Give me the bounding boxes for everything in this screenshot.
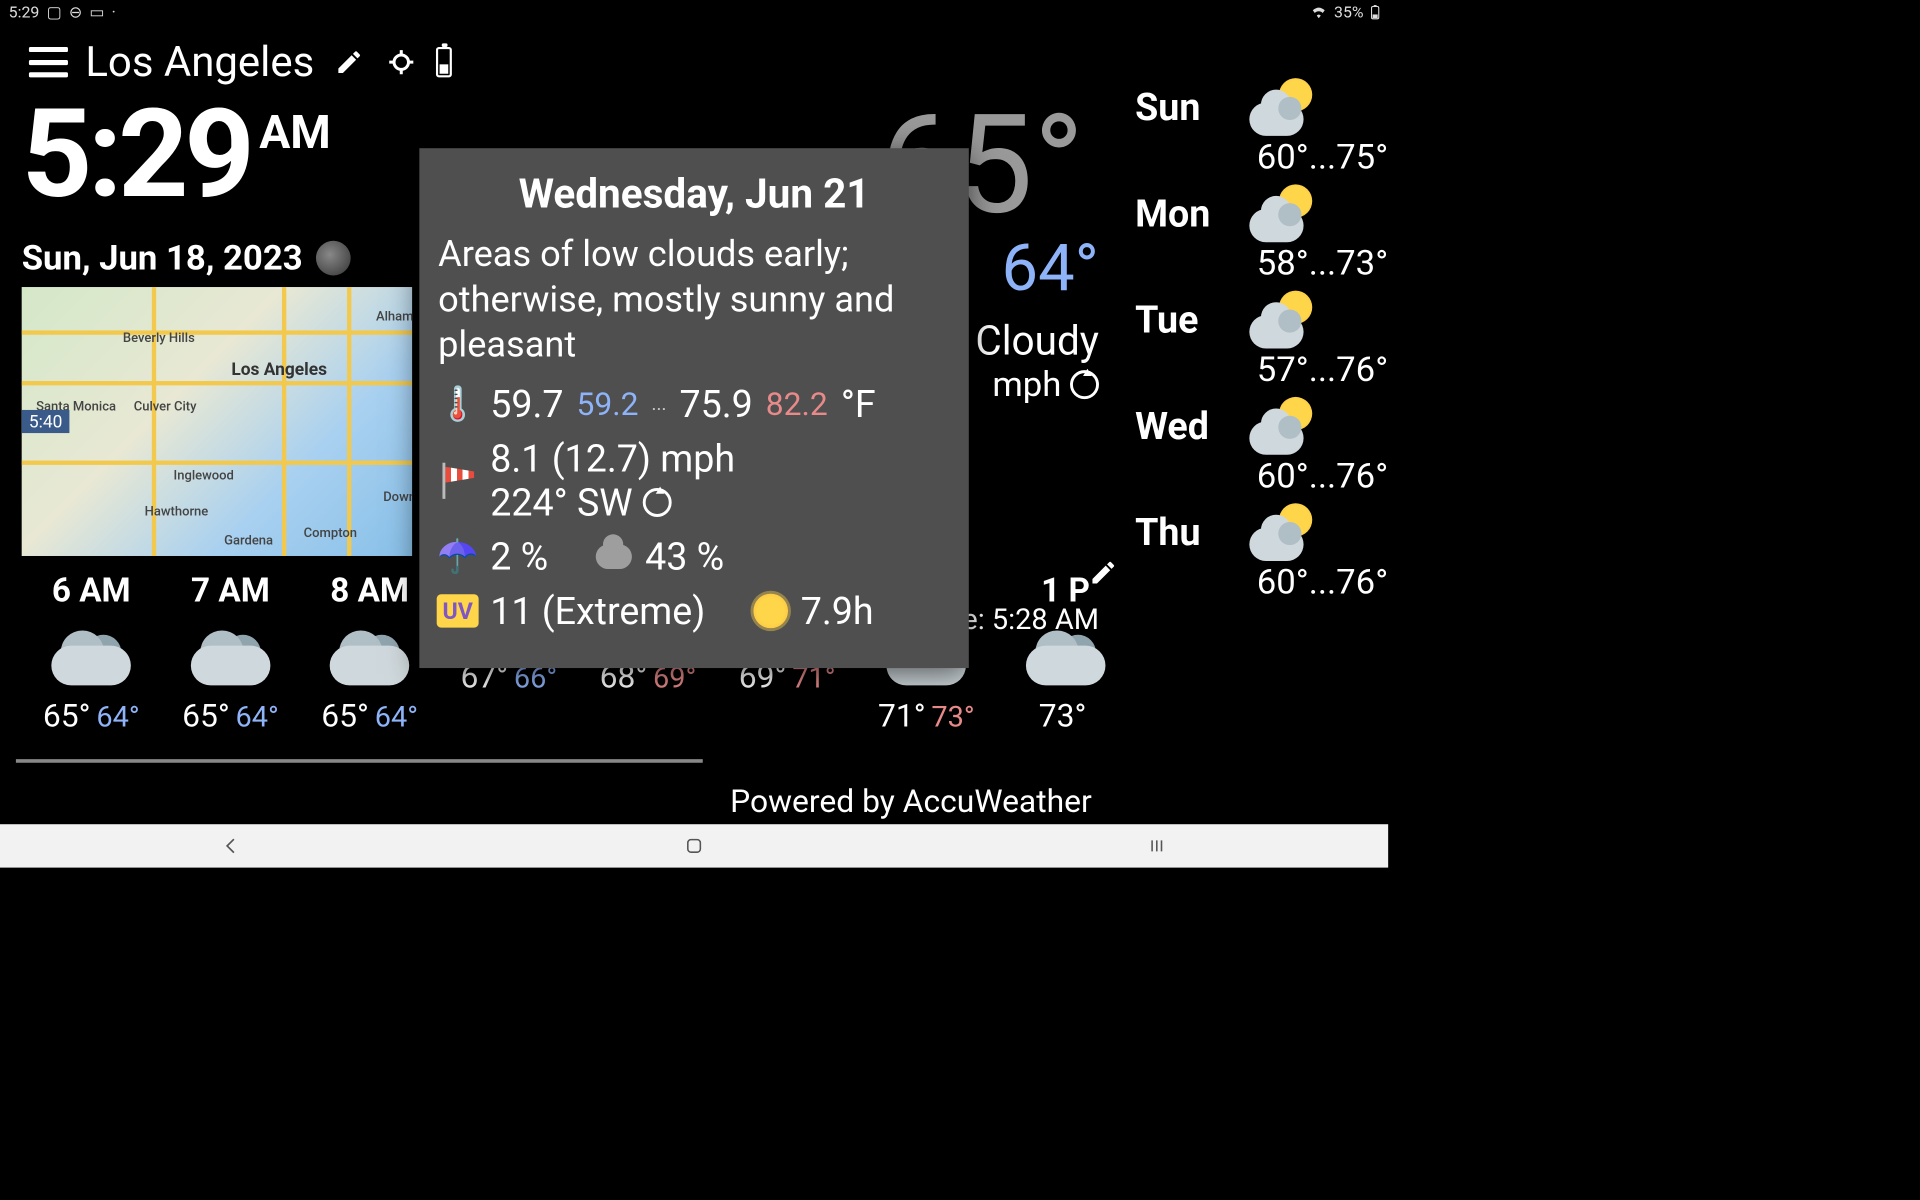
daily-day-label: Thu [1135,510,1229,554]
daily-day-label: Wed [1135,404,1229,448]
hour-label: 6 AM [52,571,131,610]
daily-row[interactable]: Wed [1135,397,1395,455]
popup-wind-row: 8.1 (12.7) mph 224° SW [438,436,950,524]
hour-col[interactable]: 7 AM 65°64° [161,571,300,734]
hour-label: 8 AM [330,571,409,610]
thermometer-icon: 🌡️ [438,385,477,424]
wind-direction-icon [643,488,672,517]
partly-sunny-icon [1249,184,1318,242]
daily-temps: 60°...76° [1135,455,1395,496]
map-label: Los Angeles [231,359,327,379]
daily-day-label: Sun [1135,85,1229,129]
hour-temps: 71°73° [878,697,975,735]
popup-title: Wednesday, Jun 21 [438,170,950,218]
cloud-icon [596,544,632,569]
map[interactable]: Los Angeles Beverly Hills Santa Monica C… [22,287,412,556]
daily-day-label: Mon [1135,191,1229,235]
map-label: Hawthorne [145,504,209,519]
status-time: 5:29 [9,3,40,21]
locate-icon[interactable] [384,45,419,80]
hour-col[interactable]: 1 P 73° [996,571,1135,734]
daily-forecast[interactable]: Sun 60°...75° Mon 58°...73° Tue 57°...76… [1135,78,1395,609]
wind-row: mph [992,364,1099,405]
popup-uv-row: UV 11 (Extreme) 7.9h [438,589,950,633]
map-label: Compton [304,526,357,541]
date-text[interactable]: Sun, Jun 18, 2023 [22,237,303,278]
edit-location-icon[interactable] [332,45,367,80]
dnd-icon: ⊖ [69,3,82,21]
map-label: Beverly Hills [123,330,195,345]
sun-icon [753,594,788,629]
map-label: Down [383,489,412,504]
system-navbar [0,824,1388,867]
cloudy-icon [48,628,135,686]
map-label: Culver City [134,399,197,414]
location-name[interactable]: Los Angeles [85,38,314,87]
partly-sunny-icon [1249,503,1318,561]
uv-icon: UV [438,594,477,627]
battery-widget-icon[interactable] [436,47,452,77]
umbrella-icon: ☂️ [438,537,477,576]
back-button[interactable] [217,831,246,860]
daily-day-label: Tue [1135,298,1229,342]
cloudy-icon [187,628,274,686]
hour-label: 7 AM [191,571,270,610]
daily-row[interactable]: Tue [1135,291,1395,349]
daily-row[interactable]: Sun [1135,78,1395,136]
wind-direction-icon [1070,370,1099,399]
map-label: Alham [376,309,412,324]
partly-sunny-icon [1249,78,1318,136]
hour-temps: 65°64° [43,697,140,735]
battery-status-icon [1371,5,1380,19]
recents-button[interactable] [1142,831,1171,860]
clock-time[interactable]: 5:29 [22,93,251,216]
condition-text: Cloudy [975,317,1099,365]
wifi-icon [1311,6,1327,19]
menu-icon[interactable] [29,47,68,77]
hourly-scrollbar[interactable] [16,759,703,763]
clock-ampm: AM [259,106,331,160]
daily-temps: 60°...75° [1135,136,1395,177]
left-panel: 5:29 AM Sun, Jun 18, 2023 Los Angeles Be… [22,93,449,610]
windsock-icon [438,462,477,498]
partly-sunny-icon [1249,291,1318,349]
map-label: Inglewood [174,468,234,483]
daily-temps: 57°...76° [1135,348,1395,389]
moon-phase-icon[interactable] [316,240,351,275]
dot-icon: · [112,3,116,21]
map-label: Gardena [224,533,273,548]
cloudy-icon [1022,628,1109,686]
hour-col[interactable]: 6 AM 65°64° [22,571,161,734]
hour-label: 1 P [1041,571,1090,610]
hour-temps: 65°64° [182,697,279,735]
cloudy-icon [326,628,413,686]
powered-by[interactable]: Powered by AccuWeather [0,782,1388,820]
image-icon: ▢ [47,3,62,21]
hour-temps: 65°64° [321,697,418,735]
popup-temp-row: 🌡️ 59.7 59.2 ... 75.9 82.2 °F [438,382,950,426]
popup-description: Areas of low clouds early; otherwise, mo… [438,232,950,368]
home-button[interactable] [680,831,709,860]
daily-row[interactable]: Thu [1135,503,1395,561]
daily-temps: 58°...73° [1135,242,1395,283]
partly-sunny-icon [1249,397,1318,455]
feels-like-temp: 64° [1002,230,1099,306]
popup-precip-row: ☂️ 2 % 43 % [438,535,950,579]
daily-row[interactable]: Mon [1135,184,1395,242]
calendar-icon: ▭ [89,3,104,21]
battery-pct: 35% [1334,3,1364,21]
status-bar: 5:29 ▢ ⊖ ▭ · 35% [0,0,1388,25]
hour-temps: 73° [1039,697,1092,735]
daily-temps: 60°...76° [1135,561,1395,602]
day-detail-popup[interactable]: Wednesday, Jun 21 Areas of low clouds ea… [419,148,968,667]
map-time-badge: 5:40 [22,410,70,433]
